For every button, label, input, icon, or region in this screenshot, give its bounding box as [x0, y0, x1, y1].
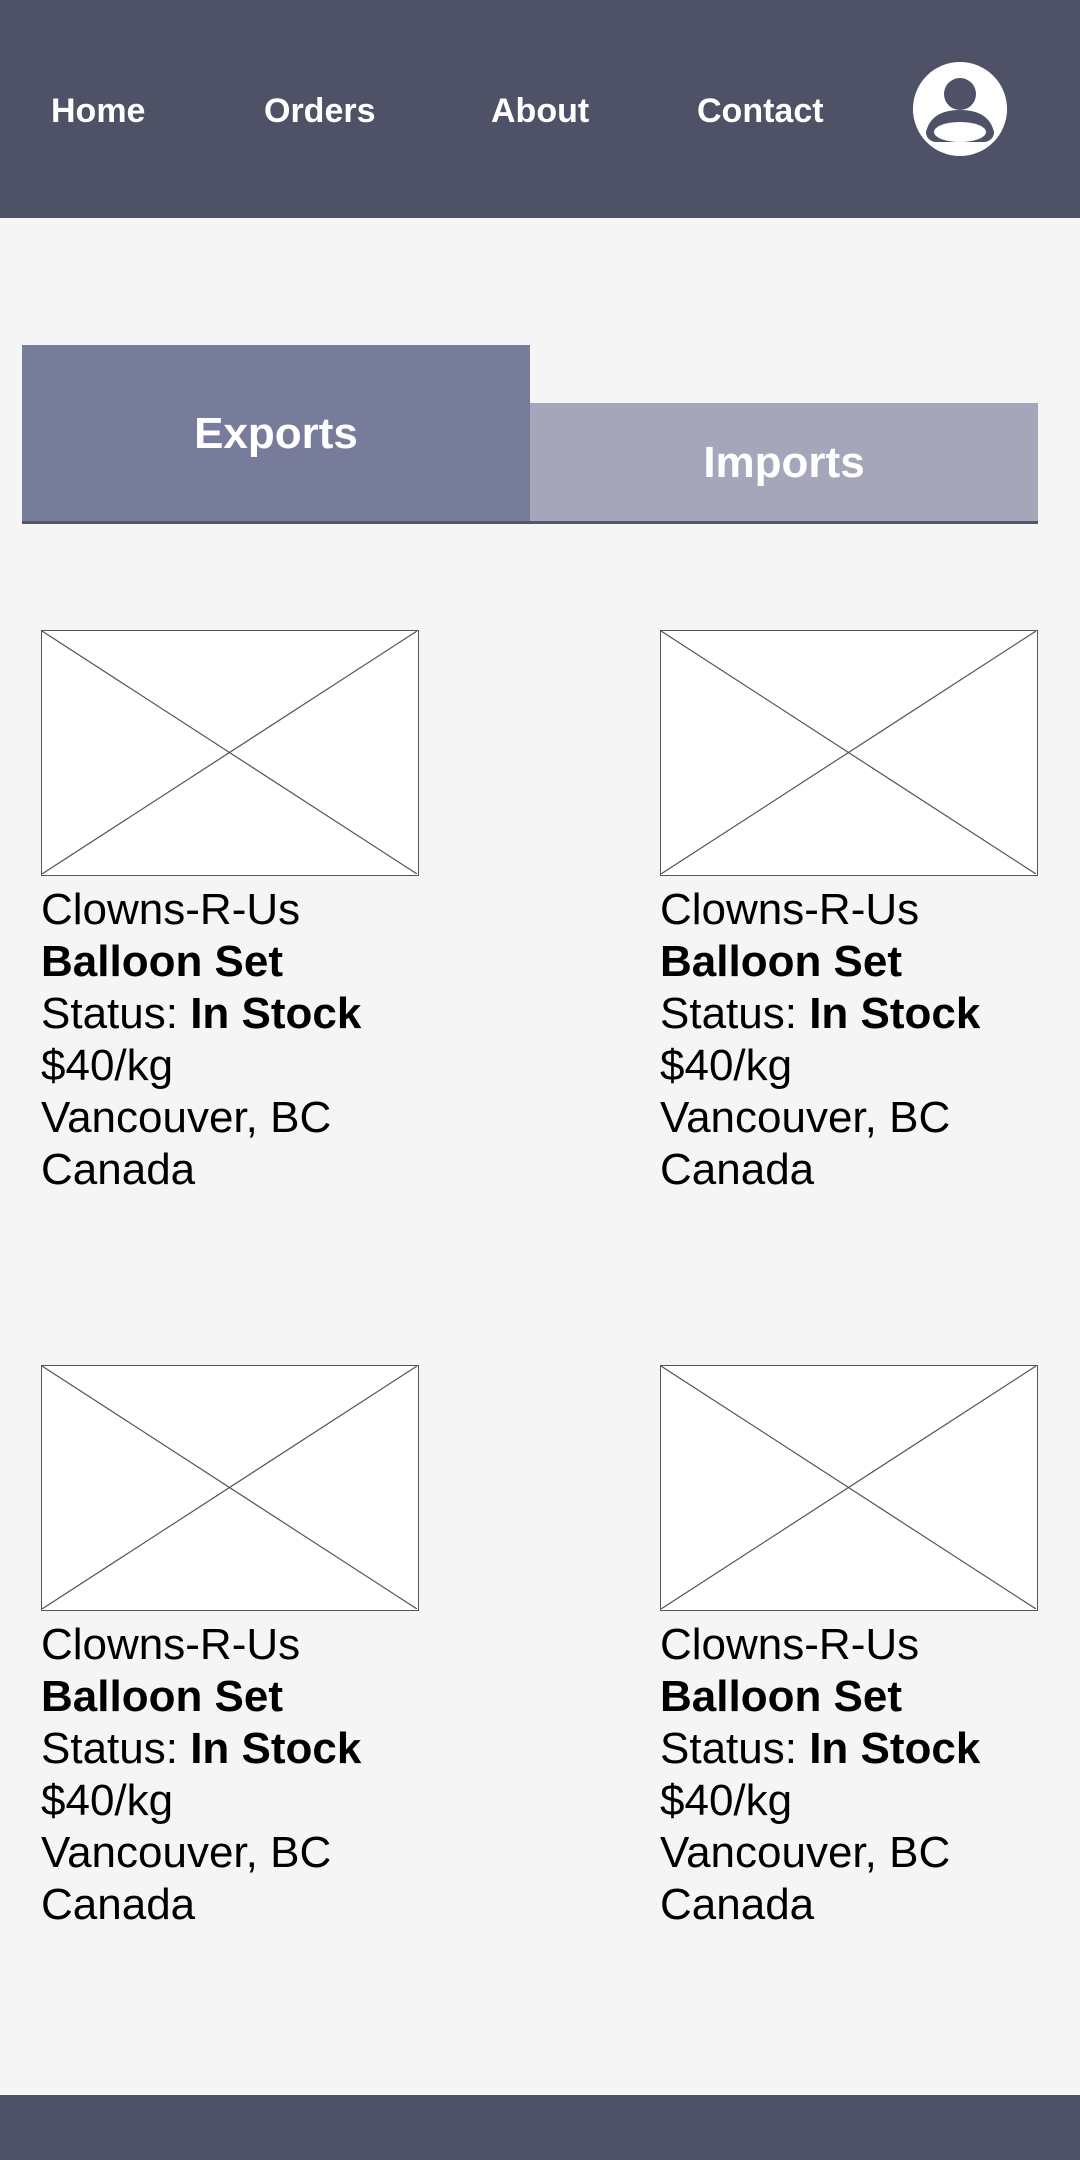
nav-orders-link[interactable]: Orders	[264, 86, 376, 136]
product-name: Balloon Set	[660, 1672, 903, 1721]
user-avatar-icon[interactable]	[913, 62, 1007, 156]
product-city: Vancouver, BC	[660, 1828, 951, 1877]
product-status: Status: In Stock	[660, 988, 1060, 1040]
tab-underline	[22, 521, 1038, 524]
image-placeholder-icon	[660, 630, 1038, 876]
product-card[interactable]: Clowns-R-Us Balloon Set Status: In Stock…	[660, 630, 1060, 1196]
product-country: Canada	[41, 1145, 196, 1194]
status-value: In Stock	[809, 1724, 981, 1773]
product-price: $40/kg	[41, 1776, 174, 1825]
status-label: Status:	[660, 1724, 810, 1773]
product-price: $40/kg	[660, 1776, 793, 1825]
product-country: Canada	[41, 1880, 196, 1929]
product-price: $40/kg	[660, 1041, 793, 1090]
status-value: In Stock	[190, 1724, 362, 1773]
nav-about-link[interactable]: About	[491, 86, 589, 136]
product-price: $40/kg	[41, 1041, 174, 1090]
product-city: Vancouver, BC	[41, 1093, 332, 1142]
product-company: Clowns-R-Us	[41, 1620, 301, 1669]
product-city: Vancouver, BC	[660, 1093, 951, 1142]
product-name: Balloon Set	[660, 937, 903, 986]
product-country: Canada	[660, 1880, 815, 1929]
nav-contact-link[interactable]: Contact	[697, 86, 824, 136]
tab-exports[interactable]: Exports	[22, 345, 530, 523]
product-company: Clowns-R-Us	[660, 1620, 920, 1669]
top-nav-bar: Home Orders About Contact	[0, 0, 1080, 218]
product-city: Vancouver, BC	[41, 1828, 332, 1877]
product-name: Balloon Set	[41, 1672, 284, 1721]
status-label: Status:	[660, 989, 810, 1038]
image-placeholder-icon	[41, 1365, 419, 1611]
status-label: Status:	[41, 989, 191, 1038]
status-value: In Stock	[190, 989, 362, 1038]
image-placeholder-icon	[41, 630, 419, 876]
product-card[interactable]: Clowns-R-Us Balloon Set Status: In Stock…	[660, 1365, 1060, 1931]
bottom-bar	[0, 2095, 1080, 2160]
product-country: Canada	[660, 1145, 815, 1194]
product-status: Status: In Stock	[41, 1723, 441, 1775]
tab-imports[interactable]: Imports	[530, 403, 1038, 523]
nav-home-link[interactable]: Home	[51, 86, 145, 136]
status-label: Status:	[41, 1724, 191, 1773]
product-company: Clowns-R-Us	[660, 885, 920, 934]
product-name: Balloon Set	[41, 937, 284, 986]
status-value: In Stock	[809, 989, 981, 1038]
product-card[interactable]: Clowns-R-Us Balloon Set Status: In Stock…	[41, 1365, 441, 1931]
product-status: Status: In Stock	[660, 1723, 1060, 1775]
image-placeholder-icon	[660, 1365, 1038, 1611]
product-status: Status: In Stock	[41, 988, 441, 1040]
product-card[interactable]: Clowns-R-Us Balloon Set Status: In Stock…	[41, 630, 441, 1196]
product-company: Clowns-R-Us	[41, 885, 301, 934]
